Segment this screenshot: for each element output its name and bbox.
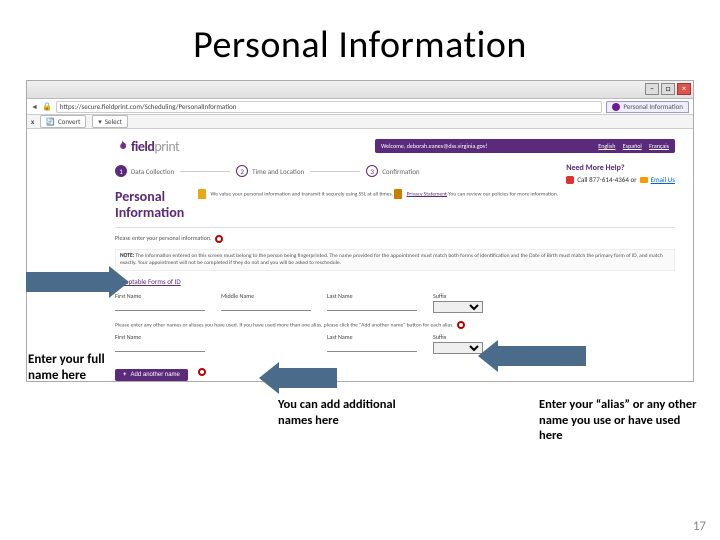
legal-name-row: First Name Middle Name Last Name Suffix [115, 292, 675, 313]
fieldprint-logo: fieldprint [115, 138, 179, 155]
alias-name-row: First Name . Last Name Suffix [115, 333, 675, 354]
middle-name-input[interactable] [221, 301, 311, 311]
convert-button[interactable]: 🔄Convert [40, 115, 86, 128]
slide-page-number: 17 [693, 519, 706, 534]
address-bar-row: ◄ 🔒 https://secure.fieldprint.com/Schedu… [27, 99, 693, 115]
last-name-input[interactable] [327, 301, 417, 311]
callout-alias: Enter your “alias” or any other name you… [539, 397, 699, 444]
window-maximize-icon[interactable]: □ [661, 83, 675, 95]
email-us-link[interactable]: Email Us [651, 175, 675, 184]
tab-label: Personal Information [623, 102, 683, 111]
lang-francais-link[interactable]: Français [649, 142, 669, 150]
alias-instruction: Please enter any other names or aliases … [115, 321, 675, 329]
flame-icon [115, 139, 129, 153]
phone-icon [566, 176, 574, 184]
window-close-icon[interactable]: × [677, 83, 691, 95]
slide-title: Personal Information [0, 0, 720, 80]
help-box: Need More Help? Call 877-614-4364 or Ema… [566, 163, 675, 184]
step-time-location: 2 Time and Location [236, 165, 304, 177]
callout-add-names: You can add additional names here [278, 397, 398, 428]
mail-icon [640, 177, 648, 183]
step-data-collection: 1 Data Collection [115, 165, 174, 177]
required-indicator-icon [215, 235, 223, 243]
section-title: PersonalInformation [115, 189, 184, 221]
welcome-text: Welcome, deborah.eanes@dss.virginia.gov! [381, 142, 487, 150]
form-instruction: Please enter your personal information. [115, 234, 675, 243]
window-titlebar: – □ × [27, 81, 693, 99]
browser-screenshot: – □ × ◄ 🔒 https://secure.fieldprint.com/… [26, 80, 694, 382]
required-indicator-icon [198, 368, 206, 376]
addon-toolbar: x 🔄Convert ▾Select [27, 115, 693, 129]
lang-english-link[interactable]: English [598, 142, 615, 150]
privacy-statement-link[interactable]: Privacy Statement [407, 191, 447, 197]
privacy-note: We value your personal information and t… [198, 189, 675, 199]
padlock-icon [394, 189, 402, 199]
help-header: Need More Help? [566, 163, 675, 173]
lock-icon: 🔒 [42, 102, 52, 112]
first-name-input[interactable] [115, 301, 205, 311]
url-input[interactable]: https://secure.fieldprint.com/Scheduling… [56, 101, 602, 113]
close-bar-icon[interactable]: x [31, 117, 34, 126]
padlock-icon [198, 189, 206, 199]
nav-back-icon[interactable]: ◄ [31, 102, 38, 111]
note-box: NOTE: The information entered on this sc… [115, 249, 675, 271]
alias-suffix-select[interactable] [433, 342, 483, 354]
alias-last-name-input[interactable] [327, 342, 417, 352]
alias-first-name-input[interactable] [115, 342, 205, 352]
acceptable-forms-link[interactable]: Acceptable Forms of ID [115, 277, 675, 286]
callout-full-name: Enter your full name here [28, 352, 138, 385]
required-indicator-icon [457, 321, 465, 329]
suffix-select[interactable] [433, 301, 483, 313]
page-body: fieldprint Welcome, deborah.eanes@dss.vi… [27, 129, 693, 381]
select-button[interactable]: ▾Select [92, 115, 128, 128]
favicon-icon [612, 103, 620, 111]
welcome-bar: Welcome, deborah.eanes@dss.virginia.gov!… [375, 139, 675, 153]
browser-tab[interactable]: Personal Information [606, 101, 689, 113]
help-phone: Call 877-614-4364 or [577, 175, 636, 184]
window-minimize-icon[interactable]: – [645, 83, 659, 95]
lang-espanol-link[interactable]: Español [623, 142, 642, 150]
step-confirmation: 3 Confirmation [366, 165, 419, 177]
